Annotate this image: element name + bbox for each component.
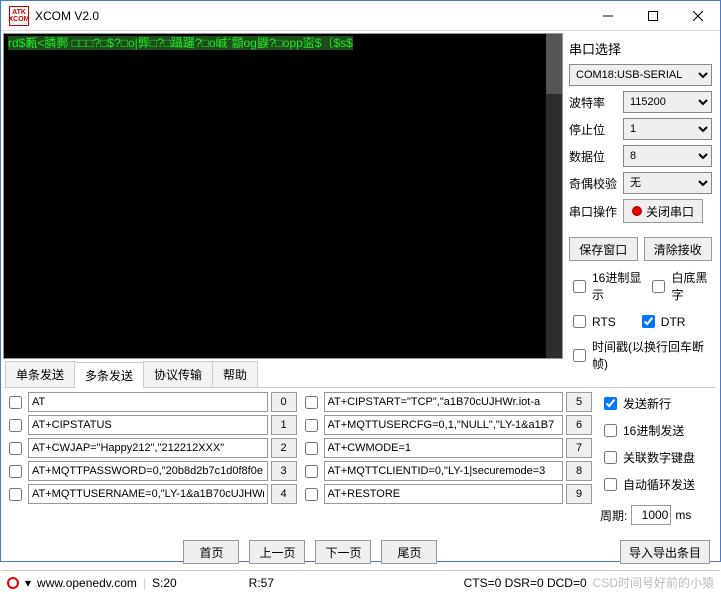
loop-label: 自动循环发送 (623, 476, 695, 493)
timestamp-checkbox[interactable] (573, 349, 586, 362)
data-select[interactable]: 8 (623, 145, 712, 167)
cmd-enable-checkbox[interactable] (9, 419, 22, 432)
port-section-title: 串口选择 (569, 39, 712, 58)
cmd-enable-checkbox[interactable] (305, 419, 318, 432)
prev-page-button[interactable]: 上一页 (249, 540, 305, 564)
cmd-enable-checkbox[interactable] (305, 465, 318, 478)
send-num-button[interactable]: 3 (271, 461, 297, 481)
status-recv: R:57 (249, 576, 274, 590)
send-num-button[interactable]: 9 (566, 484, 592, 504)
numpad-checkbox[interactable] (604, 451, 617, 464)
cmd-enable-checkbox[interactable] (305, 396, 318, 409)
parity-label: 奇偶校验 (569, 175, 619, 192)
watermark-text: CSD时间号好前的小猿 (593, 574, 714, 591)
last-page-button[interactable]: 尾页 (381, 540, 437, 564)
send-num-button[interactable]: 5 (566, 392, 592, 412)
cmd-enable-checkbox[interactable] (9, 465, 22, 478)
cmd-input[interactable] (28, 392, 268, 412)
chevron-down-icon[interactable]: ▾ (25, 576, 31, 590)
hex-display-label: 16进制显示 (592, 269, 644, 303)
period-unit: ms (675, 508, 691, 522)
tab-protocol[interactable]: 协议传输 (143, 361, 213, 387)
dtr-checkbox[interactable] (642, 315, 655, 328)
rts-label: RTS (592, 315, 616, 329)
port-select[interactable]: COM18:USB-SERIAL (569, 64, 712, 86)
close-button[interactable] (675, 1, 720, 30)
cmd-enable-checkbox[interactable] (305, 442, 318, 455)
numpad-label: 关联数字键盘 (623, 449, 695, 466)
tab-single-send[interactable]: 单条发送 (5, 361, 75, 387)
cmd-input[interactable] (28, 461, 268, 481)
send-num-button[interactable]: 0 (271, 392, 297, 412)
port-status-icon (632, 206, 642, 216)
cmd-enable-checkbox[interactable] (305, 488, 318, 501)
bw-label: 白底黑字 (671, 269, 712, 303)
next-page-button[interactable]: 下一页 (315, 540, 371, 564)
dtr-label: DTR (661, 315, 686, 329)
cmd-input[interactable] (28, 484, 268, 504)
save-window-button[interactable]: 保存窗口 (569, 237, 638, 261)
hex-send-label: 16进制发送 (623, 422, 684, 439)
hex-send-checkbox[interactable] (604, 424, 617, 437)
send-num-button[interactable]: 1 (271, 415, 297, 435)
stop-label: 停止位 (569, 121, 619, 138)
tab-multi-send[interactable]: 多条发送 (74, 362, 144, 388)
status-url[interactable]: www.openedv.com (37, 576, 137, 590)
send-num-button[interactable]: 6 (566, 415, 592, 435)
newline-checkbox[interactable] (604, 397, 617, 410)
parity-select[interactable]: 无 (623, 172, 712, 194)
status-dot-icon (7, 577, 19, 589)
first-page-button[interactable]: 首页 (183, 540, 239, 564)
cmd-input[interactable] (324, 392, 564, 412)
tab-help[interactable]: 帮助 (212, 361, 258, 387)
timestamp-label: 时间戳(以换行回车断帧) (592, 338, 712, 372)
app-title: XCOM V2.0 (35, 9, 585, 23)
baud-select[interactable]: 115200 (623, 91, 712, 113)
status-sent: S:20 (152, 576, 177, 590)
status-lines: CTS=0 DSR=0 DCD=0 (464, 576, 587, 590)
bw-checkbox[interactable] (652, 280, 665, 293)
cmd-input[interactable] (324, 484, 564, 504)
period-input[interactable] (631, 505, 671, 525)
cmd-input[interactable] (28, 438, 268, 458)
data-label: 数据位 (569, 148, 619, 165)
terminal-scrollbar[interactable] (546, 34, 562, 358)
cmd-enable-checkbox[interactable] (9, 442, 22, 455)
cmd-input[interactable] (324, 438, 564, 458)
cmd-input[interactable] (28, 415, 268, 435)
send-num-button[interactable]: 4 (271, 484, 297, 504)
loop-checkbox[interactable] (604, 478, 617, 491)
minimize-button[interactable] (585, 1, 630, 30)
terminal-line: rd$甉<膦鄸 □□□?□$?□o|龏□?□躡躧?□o峸ˇ顬og鼳?□opp寍$… (8, 36, 353, 50)
op-label: 串口操作 (569, 203, 619, 220)
send-num-button[interactable]: 8 (566, 461, 592, 481)
cmd-enable-checkbox[interactable] (9, 396, 22, 409)
close-port-button[interactable]: 关闭串口 (623, 199, 703, 223)
cmd-enable-checkbox[interactable] (9, 488, 22, 501)
send-num-button[interactable]: 7 (566, 438, 592, 458)
clear-recv-button[interactable]: 清除接收 (644, 237, 713, 261)
terminal-output[interactable]: rd$甉<膦鄸 □□□?□$?□o|龏□?□躡躧?□o峸ˇ顬og鼳?□opp寍$… (3, 33, 563, 359)
import-export-button[interactable]: 导入导出条目 (620, 540, 710, 564)
app-logo: ATK XCOM (9, 6, 29, 26)
stop-select[interactable]: 1 (623, 118, 712, 140)
send-num-button[interactable]: 2 (271, 438, 297, 458)
maximize-button[interactable] (630, 1, 675, 30)
cmd-input[interactable] (324, 461, 564, 481)
baud-label: 波特率 (569, 94, 619, 111)
period-label: 周期: (600, 507, 627, 524)
cmd-input[interactable] (324, 415, 564, 435)
rts-checkbox[interactable] (573, 315, 586, 328)
hex-display-checkbox[interactable] (573, 280, 586, 293)
newline-label: 发送新行 (623, 395, 671, 412)
